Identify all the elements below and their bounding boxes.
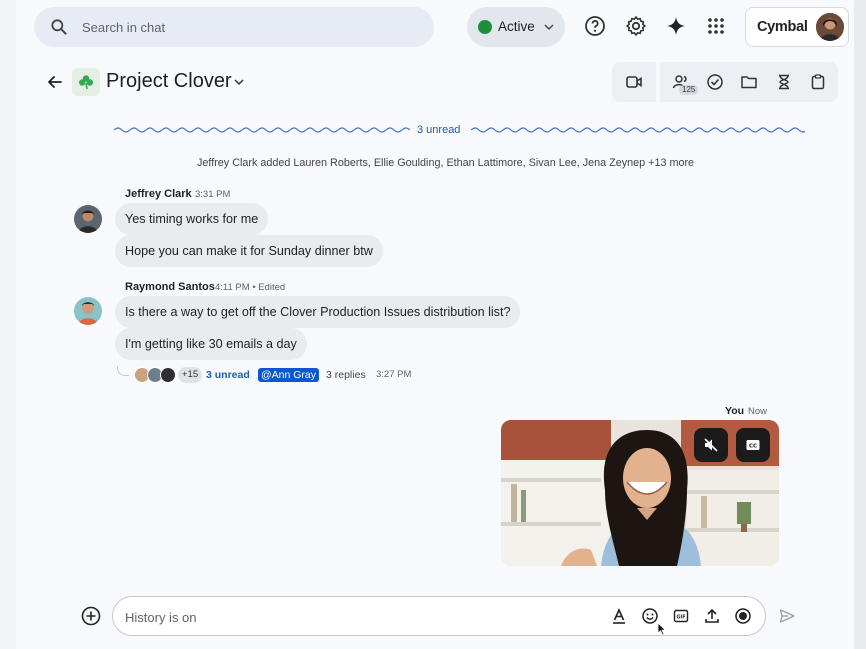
message-time: 4:11 PM • Edited: [215, 282, 286, 293]
message-bubble[interactable]: Is there a way to get off the Clover Pro…: [115, 296, 521, 328]
volume-off-icon: [704, 438, 718, 452]
account-switcher[interactable]: Cymbal: [745, 7, 849, 47]
account-avatar: [816, 13, 844, 41]
tasks-icon[interactable]: [706, 73, 724, 91]
add-circle-icon[interactable]: [81, 606, 101, 626]
text-format-icon[interactable]: [610, 607, 628, 625]
thread-avatar: [160, 367, 176, 383]
hourglass-icon[interactable]: [775, 73, 793, 91]
shamrock-icon: [72, 68, 100, 96]
captions-button[interactable]: CC: [736, 428, 770, 462]
brand-logo: Cymbal: [757, 19, 808, 35]
sparkle-icon[interactable]: [664, 14, 688, 38]
message-composer: [112, 596, 766, 636]
message-sender: Jeffrey Clark: [125, 188, 192, 200]
message-bubble[interactable]: Yes timing works for me: [115, 203, 269, 235]
video-meeting-button[interactable]: [612, 62, 656, 102]
status-dropdown[interactable]: Active: [467, 7, 565, 47]
self-time: Now: [748, 406, 768, 417]
search-icon: [51, 19, 67, 35]
svg-text:CC: CC: [749, 444, 757, 450]
help-icon[interactable]: [583, 14, 607, 38]
closed-captions-icon: CC: [746, 440, 760, 450]
space-title[interactable]: Project Clover: [106, 70, 232, 93]
members-count-badge: 125: [679, 85, 699, 95]
message-input[interactable]: [125, 607, 595, 627]
avatar[interactable]: [74, 205, 102, 233]
thread-unread-link[interactable]: 3 unread: [206, 369, 250, 381]
mouse-cursor-icon: [657, 622, 667, 636]
thread-more-count: +15: [178, 367, 203, 383]
chevron-down-icon: [544, 24, 554, 31]
unread-divider-line-right: [471, 127, 805, 133]
svg-text:GIF: GIF: [677, 614, 686, 620]
search-input[interactable]: [82, 16, 412, 38]
gif-icon[interactable]: GIF: [672, 607, 690, 625]
apps-grid-icon[interactable]: [704, 14, 728, 38]
system-message: Jeffrey Clark added Lauren Roberts, Elli…: [197, 157, 695, 169]
window-edge: [854, 0, 866, 649]
mention-chip[interactable]: @Ann Gray: [258, 368, 320, 382]
clipboard-icon[interactable]: [809, 73, 827, 91]
unread-divider-line-left: [114, 127, 410, 133]
message-bubble[interactable]: Hope you can make it for Sunday dinner b…: [115, 235, 383, 267]
upload-icon[interactable]: [703, 607, 721, 625]
gear-icon[interactable]: [624, 14, 648, 38]
avatar[interactable]: [74, 297, 102, 325]
self-sender: You: [725, 405, 745, 417]
unread-divider-label: 3 unread: [417, 124, 461, 136]
message-sender: Raymond Santos: [125, 281, 215, 293]
back-arrow-icon[interactable]: [45, 72, 65, 92]
search-bar[interactable]: [34, 7, 434, 47]
status-label: Active: [498, 19, 535, 34]
send-icon[interactable]: [778, 607, 796, 625]
thread-replies-link[interactable]: 3 replies: [326, 369, 366, 381]
video-call-icon: [626, 76, 642, 88]
message-time: 3:31 PM: [195, 189, 231, 200]
chevron-down-icon[interactable]: [233, 76, 245, 88]
unmute-video-button[interactable]: [694, 428, 728, 462]
record-video-icon[interactable]: [734, 607, 752, 625]
message-bubble[interactable]: I'm getting like 30 emails a day: [115, 328, 307, 360]
thread-time: 3:27 PM: [376, 369, 412, 380]
folder-icon[interactable]: [740, 73, 758, 91]
status-dot: [478, 20, 492, 34]
